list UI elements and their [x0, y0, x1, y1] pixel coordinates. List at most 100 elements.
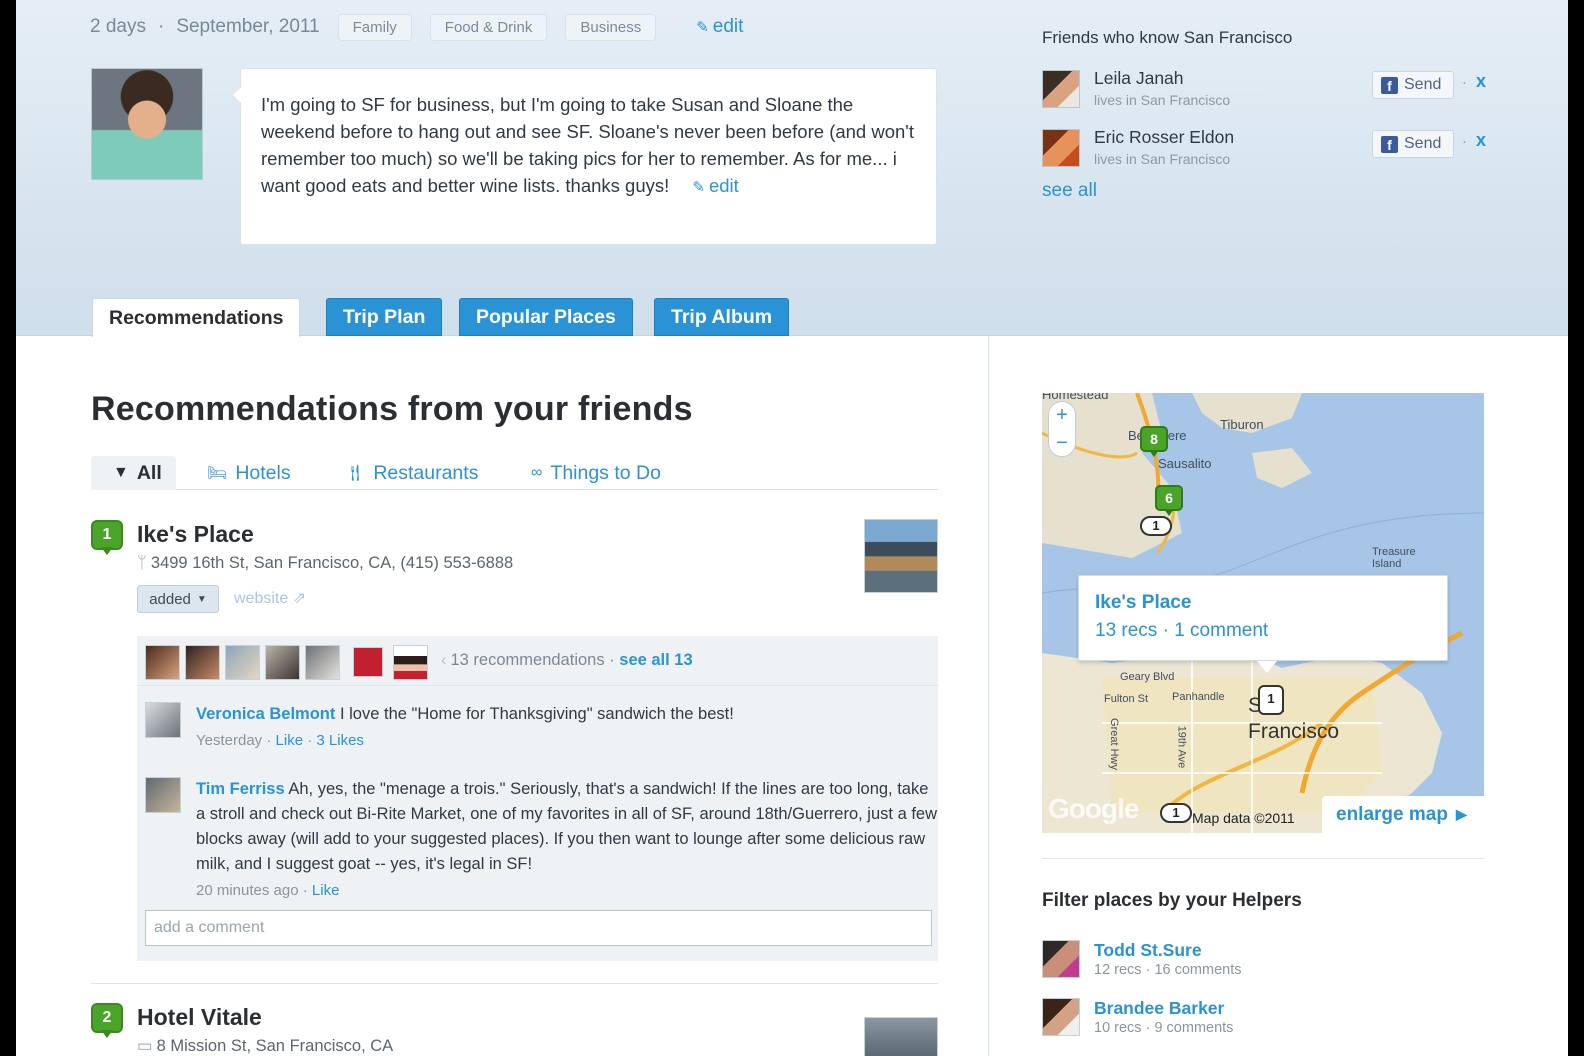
avatar[interactable]	[393, 645, 428, 680]
tab-popular-places[interactable]: Popular Places	[459, 298, 633, 336]
facebook-send-button[interactable]: f Send	[1372, 130, 1454, 158]
tab-recommendations[interactable]: Recommendations	[92, 298, 301, 337]
map-label: 19th Ave	[1175, 725, 1188, 769]
map-label: Geary Blvd	[1120, 671, 1175, 683]
like-link[interactable]: Like	[312, 882, 340, 899]
helper-stats: 12 recs · 16 comments	[1094, 962, 1242, 978]
friend-name[interactable]: Eric Rosser Eldon	[1094, 127, 1234, 148]
map-marker[interactable]: 8	[1140, 426, 1168, 458]
pencil-icon: ✎	[696, 19, 709, 36]
like-link[interactable]: Like	[276, 732, 304, 749]
place-name[interactable]: Ike's Place	[137, 521, 254, 548]
divider	[91, 983, 938, 984]
likes-count[interactable]: 3 Likes	[316, 732, 364, 749]
popup-comments-link[interactable]: 1 comment	[1174, 620, 1268, 641]
avatar[interactable]	[265, 645, 300, 680]
comment: Tim Ferriss Ah, yes, the "menage a trois…	[137, 777, 938, 907]
section-title: Recommendations from your friends	[91, 390, 693, 428]
external-link-icon: ⇗	[292, 590, 307, 607]
fork-knife-icon: ᛘ	[137, 554, 147, 572]
facebook-send-button[interactable]: f Send	[1372, 71, 1454, 99]
pin-icon: ▼	[113, 464, 129, 481]
helpers-title: Filter places by your Helpers	[1042, 890, 1302, 911]
map-copyright: Map data ©2011	[1192, 810, 1295, 826]
map-label: Great Hwy	[1107, 718, 1120, 770]
tab-trip-plan[interactable]: Trip Plan	[326, 298, 443, 336]
place-photo[interactable]	[864, 519, 938, 593]
trip-header: 2 days · September, 2011 Family Food & D…	[16, 0, 1568, 337]
avatar[interactable]	[305, 645, 340, 680]
helper-row: Brandee Barker 10 recs · 9 comments	[1042, 998, 1482, 1042]
friend-location: lives in San Francisco	[1094, 151, 1231, 167]
trip-date: September, 2011	[176, 16, 320, 37]
comment-author[interactable]: Veronica Belmont	[196, 705, 335, 723]
friend-location: lives in San Francisco	[1094, 92, 1231, 108]
map-marker[interactable]: 1	[1160, 803, 1192, 823]
pencil-icon: ✎	[692, 179, 705, 196]
popup-recs-link[interactable]: 13 recs	[1095, 620, 1157, 641]
friend-name[interactable]: Leila Janah	[1094, 68, 1184, 89]
comment-author[interactable]: Tim Ferriss	[196, 780, 285, 798]
map-marker[interactable]: 1	[1258, 685, 1284, 715]
trip-meta: 2 days · September, 2011 Family Food & D…	[90, 12, 743, 42]
recommender-strip: ‹ 13 recommendations · see all 13	[137, 636, 938, 686]
avatar[interactable]	[353, 647, 383, 677]
map-marker[interactable]: 6	[1155, 485, 1183, 517]
filter-hotels[interactable]: 🛏︎ Hotels	[207, 456, 291, 490]
recommendation-count: ‹ 13 recommendations · see all 13	[441, 651, 693, 669]
map[interactable]: + − Homestead Tiburon Belvedere Sausalit…	[1042, 393, 1484, 833]
filter-things-to-do[interactable]: ∞ Things to Do	[531, 456, 661, 490]
trip-description-text: I'm going to SF for business, but I'm go…	[261, 94, 914, 196]
tag-food-drink[interactable]: Food & Drink	[429, 13, 548, 41]
see-all-friends-link[interactable]: see all	[1042, 180, 1097, 202]
comment-text: I love the "Home for Thanksgiving" sandw…	[339, 705, 734, 723]
tag-business[interactable]: Business	[565, 13, 657, 41]
chevron-left-icon: ‹	[441, 651, 447, 669]
website-link[interactable]: website ⇗	[234, 588, 306, 608]
map-marker[interactable]: 1	[1140, 516, 1172, 536]
avatar[interactable]	[145, 777, 181, 813]
place-photo[interactable]	[864, 1017, 938, 1056]
place-name[interactable]: Hotel Vitale	[137, 1004, 262, 1031]
filter-restaurants[interactable]: 🍴︎ Restaurants	[345, 456, 478, 490]
avatar[interactable]	[185, 645, 220, 680]
helper-name[interactable]: Todd St.Sure	[1094, 940, 1202, 961]
comment-time: Yesterday	[196, 732, 263, 749]
avatar[interactable]	[145, 645, 180, 680]
comment: Veronica Belmont I love the "Home for Th…	[137, 702, 938, 762]
avatar[interactable]	[1042, 998, 1080, 1036]
remove-friend-button[interactable]: x	[1476, 130, 1486, 151]
see-all-recommendations-link[interactable]: see all 13	[619, 651, 692, 669]
comment-meta: 20 minutes ago · Like	[196, 882, 340, 899]
zoom-out-button[interactable]: −	[1049, 430, 1075, 458]
column-divider	[988, 336, 989, 1056]
binoculars-icon: ∞	[531, 464, 543, 481]
remove-friend-button[interactable]: x	[1476, 71, 1486, 92]
trip-owner-avatar[interactable]	[91, 68, 203, 180]
tab-trip-album[interactable]: Trip Album	[654, 298, 790, 336]
avatar[interactable]	[1042, 940, 1080, 978]
popup-place-name[interactable]: Ike's Place	[1095, 592, 1191, 614]
avatar[interactable]	[225, 645, 260, 680]
avatar[interactable]	[1042, 129, 1080, 167]
added-dropdown-button[interactable]: added ▼	[137, 585, 219, 613]
helper-name[interactable]: Brandee Barker	[1094, 998, 1224, 1019]
enlarge-map-button[interactable]: enlarge map ▶	[1322, 796, 1484, 833]
filter-all[interactable]: ▼ All	[91, 456, 176, 490]
chevron-right-icon: ▶	[1455, 806, 1467, 822]
avatar[interactable]	[145, 702, 181, 738]
google-logo: Google	[1048, 793, 1139, 824]
popup-stats: 13 recs · 1 comment	[1095, 620, 1269, 641]
comment-meta: Yesterday · Like · 3 Likes	[196, 732, 364, 749]
facebook-icon: f	[1381, 76, 1398, 94]
map-label: Tiburon	[1220, 417, 1264, 432]
edit-description-link[interactable]: ✎ edit	[692, 175, 738, 196]
tag-family[interactable]: Family	[337, 13, 412, 41]
avatar[interactable]	[1042, 70, 1080, 108]
place-address: ᛘ 3499 16th St, San Francisco, CA, (415) …	[137, 554, 514, 572]
edit-trip-link[interactable]: ✎ edit	[696, 16, 743, 38]
place-marker: 1	[91, 520, 123, 558]
chevron-down-icon: ▼	[196, 593, 207, 605]
zoom-in-button[interactable]: +	[1049, 402, 1075, 430]
add-comment-input[interactable]: add a comment	[145, 910, 932, 946]
